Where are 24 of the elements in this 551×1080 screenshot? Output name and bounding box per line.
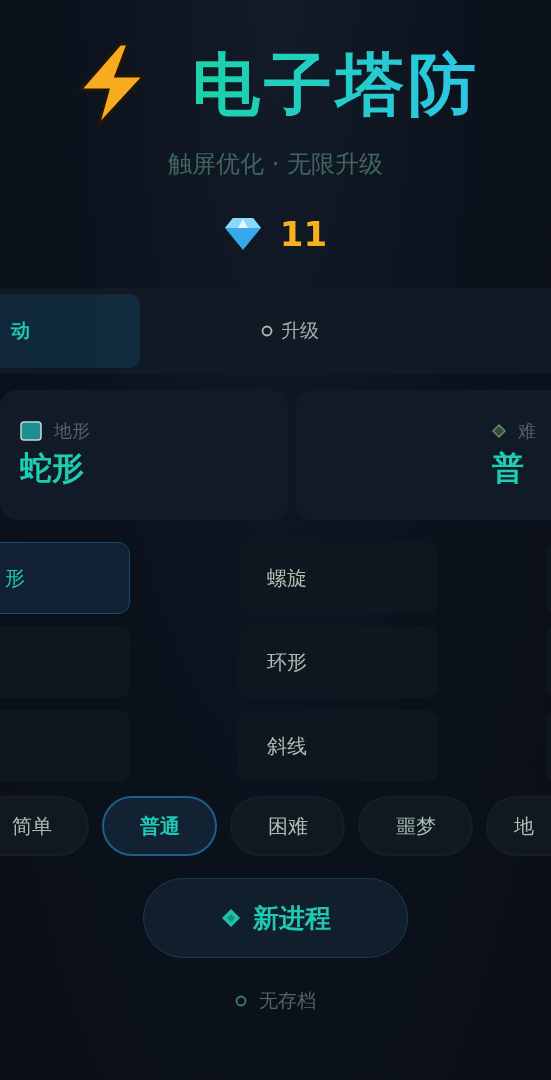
difficulty-option[interactable]: 噩梦 [358, 796, 473, 856]
difficulty-option[interactable]: 普通 [102, 796, 217, 856]
gem-count: 11 [279, 214, 328, 254]
gem-icon [223, 216, 262, 252]
circle-icon [235, 995, 247, 1007]
start-button[interactable]: 新进程 [143, 878, 408, 958]
terrain-option[interactable]: 环形 [238, 626, 438, 698]
diamond-icon [220, 908, 241, 928]
subtitle: 触屏优化 · 无限升级 [167, 149, 384, 180]
circle-icon [261, 325, 273, 337]
tab[interactable]: 升级 [140, 294, 440, 368]
card-label: 难 [518, 419, 536, 443]
save-status: 无存档 [259, 988, 316, 1013]
terrain-option[interactable]: 斜线 [238, 710, 438, 782]
card-value: 蛇形 [20, 448, 85, 489]
card-label: 地形 [54, 419, 90, 443]
square-icon [20, 421, 42, 441]
terrain-option[interactable]: 形 [0, 542, 130, 614]
card-value: 普 [492, 448, 525, 489]
tab[interactable]: 动 [0, 294, 140, 368]
difficulty-option[interactable]: 地 [486, 796, 551, 856]
difficulty-option[interactable]: 简单 [0, 796, 89, 856]
difficulty-option[interactable]: 困难 [230, 796, 345, 856]
diamond-icon [492, 424, 506, 438]
